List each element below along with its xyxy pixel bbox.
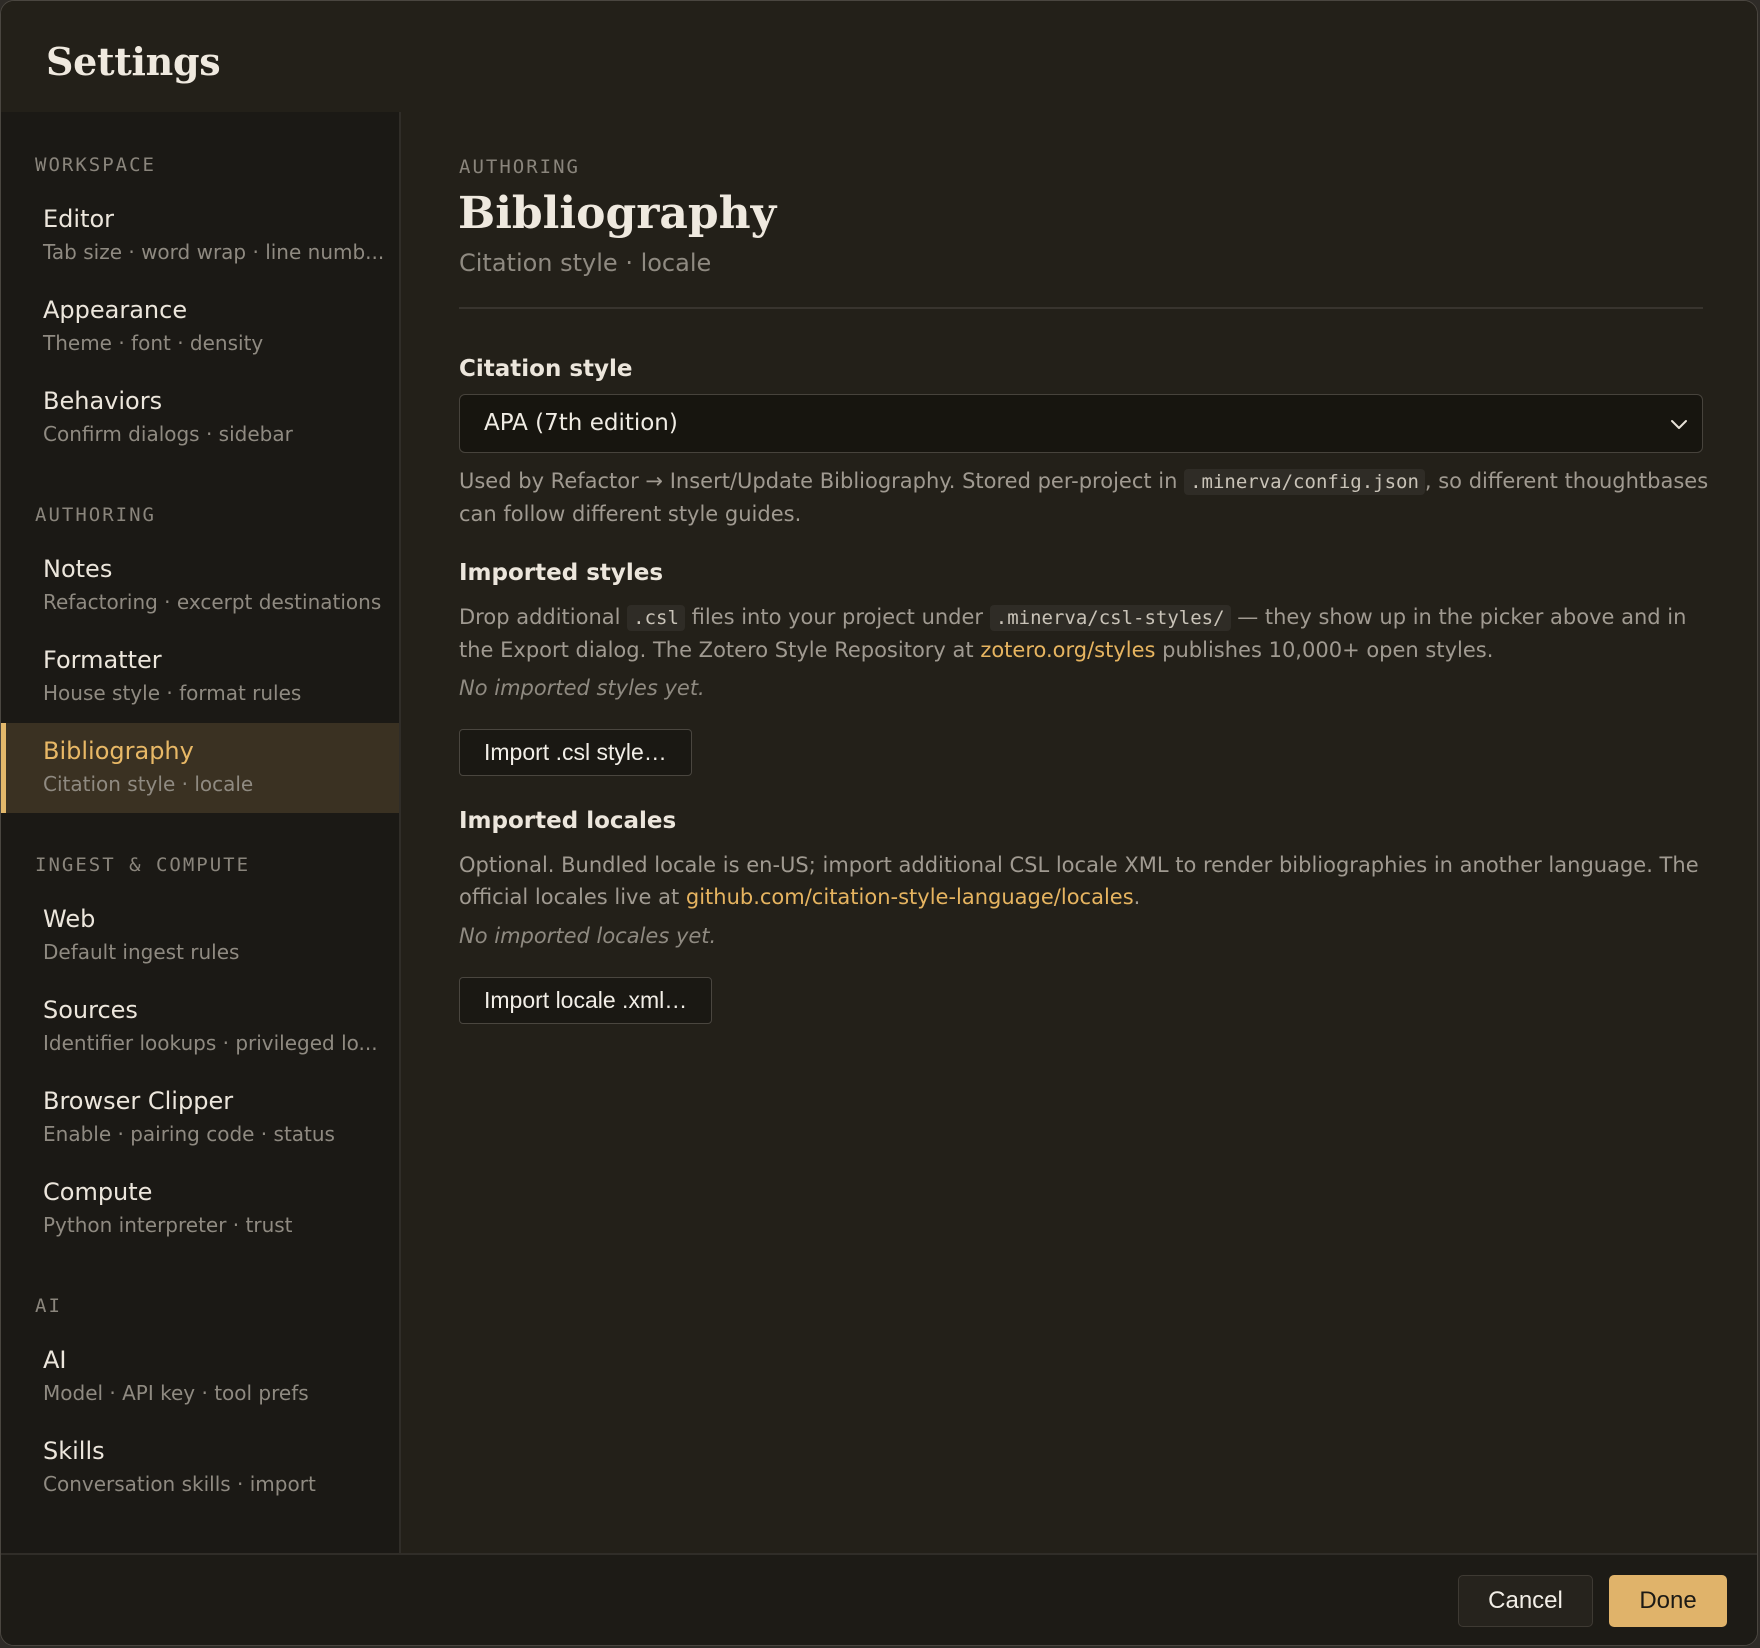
no-locales-message: No imported locales yet.: [459, 924, 717, 948]
sidebar-item-compute[interactable]: Compute Python interpreter · trust: [1, 1164, 399, 1254]
desc-text: publishes 10,000+ open styles.: [1155, 638, 1494, 662]
sidebar-item-title: Behaviors: [43, 387, 163, 415]
no-styles-message: No imported styles yet.: [459, 676, 705, 700]
sidebar-item-title: Web: [43, 905, 96, 933]
sidebar-item-subtitle: Python interpreter · trust: [43, 1213, 293, 1237]
done-button[interactable]: Done: [1609, 1575, 1727, 1627]
dialog-footer: Cancel Done: [1, 1553, 1757, 1645]
settings-window: Settings WORKSPACE Editor Tab size · wor…: [0, 0, 1758, 1646]
sidebar-item-editor[interactable]: Editor Tab size · word wrap · line numb.…: [1, 191, 399, 281]
sidebar-item-title: Browser Clipper: [43, 1087, 234, 1115]
sidebar-item-formatter[interactable]: Formatter House style · format rules: [1, 632, 399, 722]
csl-locales-link[interactable]: github.com/citation-style-language/local…: [686, 885, 1134, 909]
sidebar-item-web[interactable]: Web Default ingest rules: [1, 891, 399, 981]
sidebar-section-ai: AI: [35, 1295, 62, 1317]
sidebar-item-title: AI: [43, 1346, 67, 1374]
citation-style-help: Used by Refactor → Insert/Update Bibliog…: [459, 465, 1709, 530]
sidebar-item-subtitle: Refactoring · excerpt destinations: [43, 590, 382, 614]
sidebar-item-sources[interactable]: Sources Identifier lookups · privileged …: [1, 982, 399, 1072]
settings-sidebar: WORKSPACE Editor Tab size · word wrap · …: [1, 112, 401, 1553]
sidebar-item-subtitle: Citation style · locale: [43, 772, 254, 796]
sidebar-item-title: Skills: [43, 1437, 105, 1465]
config-path-code: .minerva/config.json: [1184, 469, 1425, 495]
sidebar-item-subtitle: Model · API key · tool prefs: [43, 1381, 309, 1405]
imported-locales-label: Imported locales: [459, 808, 677, 834]
sidebar-item-bibliography[interactable]: Bibliography Citation style · locale: [1, 723, 399, 813]
sidebar-item-title: Compute: [43, 1178, 153, 1206]
cancel-button[interactable]: Cancel: [1458, 1575, 1593, 1627]
page-subtitle: Citation style · locale: [459, 249, 712, 277]
citation-style-value: APA (7th edition): [484, 410, 678, 436]
imported-styles-label: Imported styles: [459, 560, 664, 586]
sidebar-item-behaviors[interactable]: Behaviors Confirm dialogs · sidebar: [1, 373, 399, 463]
csl-styles-path-code: .minerva/csl-styles/: [989, 605, 1231, 631]
section-eyebrow: AUTHORING: [459, 156, 580, 178]
sidebar-item-subtitle: Tab size · word wrap · line numb...: [43, 240, 385, 264]
sidebar-item-title: Appearance: [43, 296, 188, 324]
help-text: Used by Refactor → Insert/Update Bibliog…: [459, 469, 1185, 493]
sidebar-item-appearance[interactable]: Appearance Theme · font · density: [1, 282, 399, 372]
desc-text: Drop additional: [459, 605, 628, 629]
sidebar-item-title: Sources: [43, 996, 138, 1024]
sidebar-item-skills[interactable]: Skills Conversation skills · import: [1, 1423, 399, 1513]
title-bar: Settings: [1, 1, 1757, 112]
sidebar-section-authoring: AUTHORING: [35, 504, 156, 526]
sidebar-item-browser-clipper[interactable]: Browser Clipper Enable · pairing code · …: [1, 1073, 399, 1163]
sidebar-item-title: Notes: [43, 555, 113, 583]
desc-text: .: [1133, 885, 1141, 909]
sidebar-item-title: Formatter: [43, 646, 162, 674]
import-csl-style-button[interactable]: Import .csl style…: [459, 729, 692, 776]
sidebar-item-title: Bibliography: [43, 737, 194, 765]
sidebar-item-subtitle: Theme · font · density: [43, 331, 264, 355]
imported-locales-description: Optional. Bundled locale is en-US; impor…: [459, 849, 1709, 913]
imported-styles-description: Drop additional .csl files into your pro…: [459, 601, 1709, 666]
sidebar-section-ingest-compute: INGEST & COMPUTE: [35, 854, 251, 876]
sidebar-item-notes[interactable]: Notes Refactoring · excerpt destinations: [1, 541, 399, 631]
page-title: Bibliography: [458, 188, 777, 239]
window-title: Settings: [46, 39, 221, 84]
sidebar-item-subtitle: Default ingest rules: [43, 940, 240, 964]
citation-style-select[interactable]: APA (7th edition): [459, 394, 1703, 453]
desc-text: files into your project under: [684, 605, 990, 629]
import-locale-xml-button[interactable]: Import locale .xml…: [459, 977, 713, 1024]
settings-content: AUTHORING Bibliography Citation style · …: [401, 112, 1757, 1553]
sidebar-item-subtitle: Enable · pairing code · status: [43, 1122, 335, 1146]
sidebar-item-subtitle: House style · format rules: [43, 681, 302, 705]
zotero-styles-link[interactable]: zotero.org/styles: [980, 638, 1155, 662]
sidebar-item-title: Editor: [43, 205, 115, 233]
divider: [459, 307, 1703, 309]
citation-style-label: Citation style: [459, 356, 633, 382]
sidebar-item-subtitle: Conversation skills · import: [43, 1472, 316, 1496]
chevron-down-icon: [1671, 420, 1687, 429]
sidebar-item-ai[interactable]: AI Model · API key · tool prefs: [1, 1332, 399, 1422]
sidebar-item-subtitle: Confirm dialogs · sidebar: [43, 422, 293, 446]
sidebar-section-workspace: WORKSPACE: [35, 154, 156, 176]
csl-extension-code: .csl: [627, 605, 685, 631]
sidebar-item-subtitle: Identifier lookups · privileged lo...: [43, 1031, 378, 1055]
